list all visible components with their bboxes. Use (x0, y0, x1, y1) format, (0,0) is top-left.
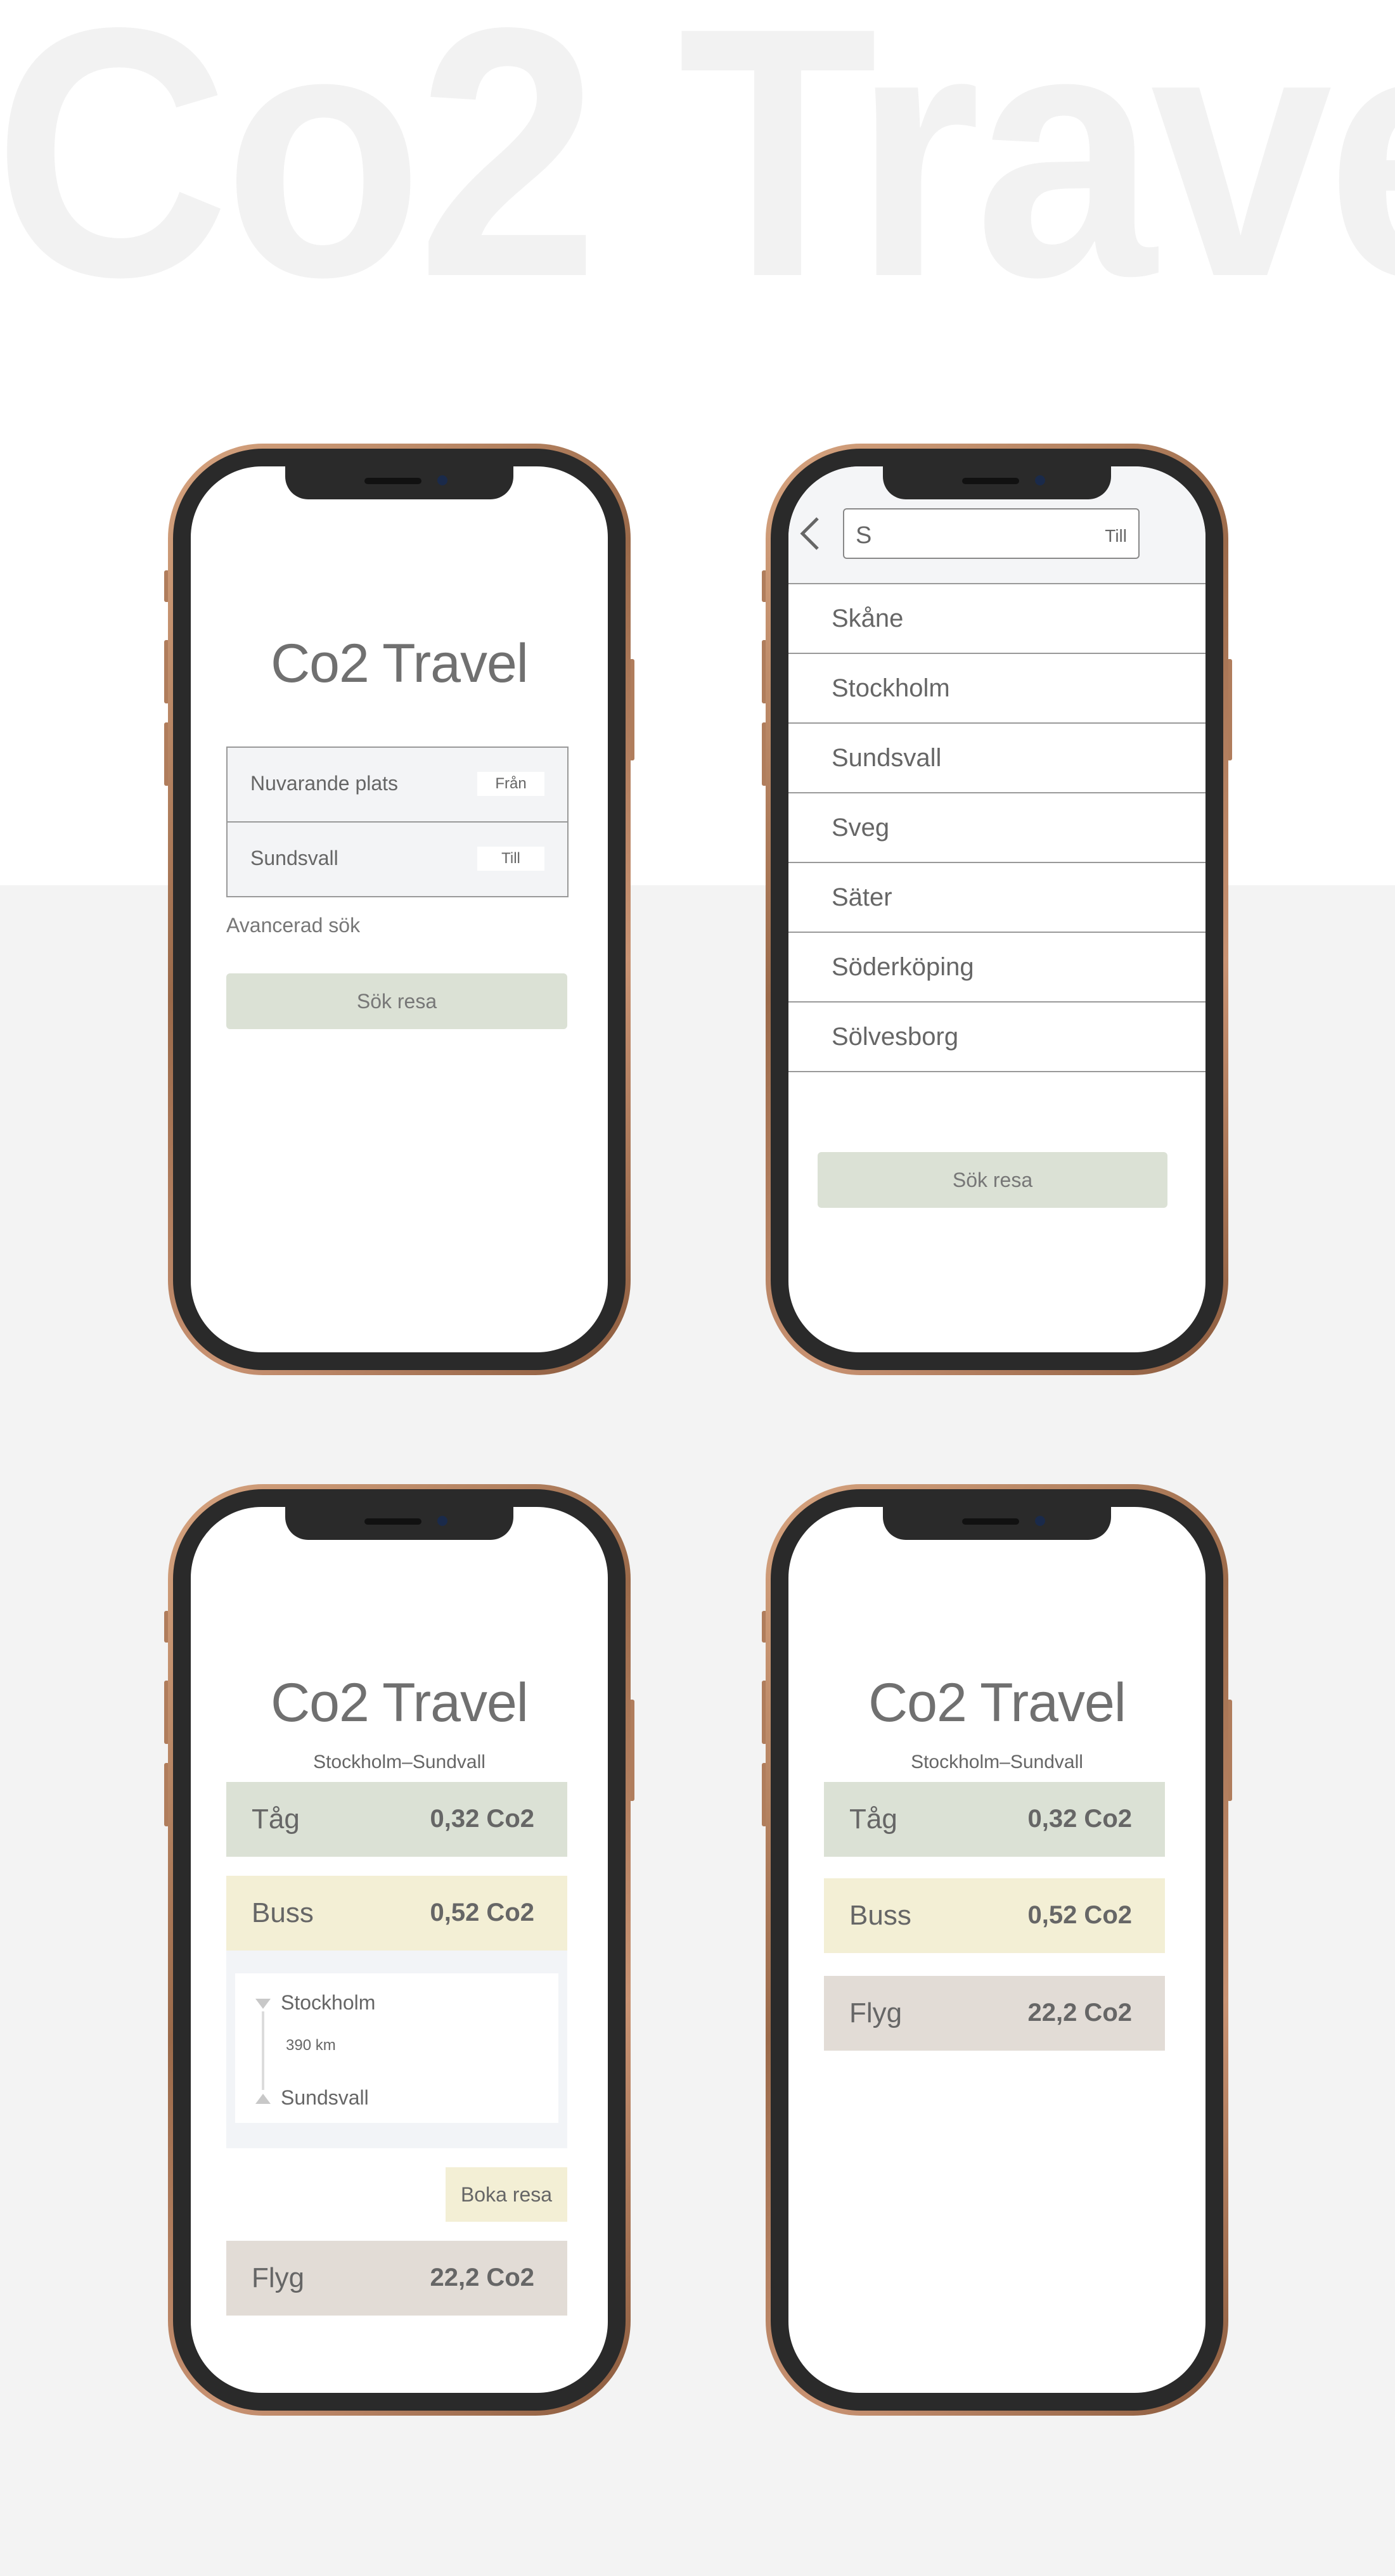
mode-name: Tåg (849, 1804, 897, 1835)
back-arrow-icon[interactable] (797, 515, 823, 553)
advanced-search-link[interactable]: Avancerad sök (226, 914, 360, 937)
mode-name: Tåg (252, 1804, 300, 1835)
phone-screen: Co2 Travel Stockholm–Sundvall Tåg 0,32 C… (788, 1507, 1205, 2393)
route-line (262, 2011, 264, 2090)
from-field-value: Nuvarande plats (250, 772, 399, 795)
mode-row-flight[interactable]: Flyg 22,2 Co2 (824, 1976, 1165, 2051)
mode-name: Flyg (849, 1997, 903, 2028)
mode-co2: 0,52 Co2 (430, 1899, 534, 1926)
mode-co2: 0,52 Co2 (1027, 1901, 1132, 1929)
city-option[interactable]: Stockholm (788, 654, 1205, 724)
route-title: Stockholm–Sundvall (911, 1752, 1083, 1772)
city-label: Sveg (832, 814, 890, 842)
mode-co2: 0,32 Co2 (1027, 1805, 1132, 1833)
to-tag: Till (477, 847, 544, 871)
route-title: Stockholm–Sundvall (313, 1752, 485, 1772)
mode-co2: 0,32 Co2 (430, 1805, 534, 1833)
mode-co2: 22,2 Co2 (430, 2264, 534, 2291)
phone-mockup-results-expanded: Co2 Travel Stockholm–Sundvall Tåg 0,32 C… (164, 1484, 634, 2416)
phone-screen: S Till Skåne Stockholm Sundsvall Sveg Sä… (788, 466, 1205, 1352)
search-query: S (856, 522, 872, 549)
phone-screen: Co2 Travel Nuvarande plats Från Sundsval… (191, 466, 608, 1352)
to-field-value: Sundsvall (250, 847, 338, 869)
city-label: Säter (832, 883, 892, 911)
route-origin: Stockholm (281, 1991, 376, 2014)
to-field[interactable]: Sundsvall Till (228, 823, 567, 896)
search-trip-button[interactable]: Sök resa (818, 1152, 1167, 1208)
from-tag: Från (477, 772, 544, 796)
route-destination: Sundsvall (281, 2086, 369, 2109)
mode-co2: 22,2 Co2 (1027, 1999, 1132, 2027)
hero-title: Co2 Travel (0, 0, 1395, 350)
search-trip-button[interactable]: Sök resa (226, 973, 567, 1029)
mode-row-bus[interactable]: Buss 0,52 Co2 (824, 1878, 1165, 1953)
city-label: Söderköping (832, 953, 974, 981)
city-label: Sölvesborg (832, 1023, 959, 1051)
city-label: Sundsvall (832, 744, 942, 772)
mode-name: Buss (252, 1897, 314, 1928)
phone-screen: Co2 Travel Stockholm–Sundvall Tåg 0,32 C… (191, 1507, 608, 2393)
city-option[interactable]: Sundsvall (788, 724, 1205, 793)
phone-mockup-results: Co2 Travel Stockholm–Sundvall Tåg 0,32 C… (762, 1484, 1232, 2416)
city-option[interactable]: Säter (788, 863, 1205, 933)
phone-notch (285, 1507, 513, 1540)
origin-marker-icon (255, 1999, 271, 2009)
phone-notch (883, 466, 1111, 499)
city-option[interactable]: Skåne (788, 584, 1205, 654)
city-option[interactable]: Sveg (788, 793, 1205, 863)
from-field[interactable]: Nuvarande plats Från (228, 748, 567, 821)
city-option[interactable]: Sölvesborg (788, 1003, 1205, 1072)
mode-name: Flyg (252, 2262, 305, 2293)
route-detail-panel: Stockholm 390 km Sundsvall (226, 1951, 567, 2148)
city-option[interactable]: Söderköping (788, 933, 1205, 1003)
mode-row-bus[interactable]: Buss 0,52 Co2 (226, 1876, 567, 1951)
city-label: Stockholm (832, 674, 950, 702)
mode-row-flight[interactable]: Flyg 22,2 Co2 (226, 2241, 567, 2316)
city-label: Skåne (832, 605, 904, 632)
destination-marker-icon (255, 2094, 271, 2104)
app-title: Co2 Travel (271, 1672, 529, 1733)
mode-row-train[interactable]: Tåg 0,32 Co2 (824, 1782, 1165, 1857)
book-trip-button[interactable]: Boka resa (446, 2167, 567, 2222)
mode-row-train[interactable]: Tåg 0,32 Co2 (226, 1782, 567, 1857)
mode-name: Buss (849, 1900, 911, 1931)
route-form: Nuvarande plats Från Sundsvall Till (226, 747, 569, 897)
phone-notch (285, 466, 513, 499)
route-distance: 390 km (286, 2037, 336, 2054)
destination-search-input[interactable]: S Till (843, 508, 1140, 559)
phone-mockup-search: Co2 Travel Nuvarande plats Från Sundsval… (164, 444, 634, 1375)
route-detail-card: Stockholm 390 km Sundsvall (235, 1973, 558, 2123)
app-title: Co2 Travel (271, 633, 529, 694)
app-title: Co2 Travel (868, 1672, 1126, 1733)
search-tag: Till (1105, 526, 1127, 546)
phone-notch (883, 1507, 1111, 1540)
phone-mockup-city-picker: S Till Skåne Stockholm Sundsvall Sveg Sä… (762, 444, 1232, 1375)
